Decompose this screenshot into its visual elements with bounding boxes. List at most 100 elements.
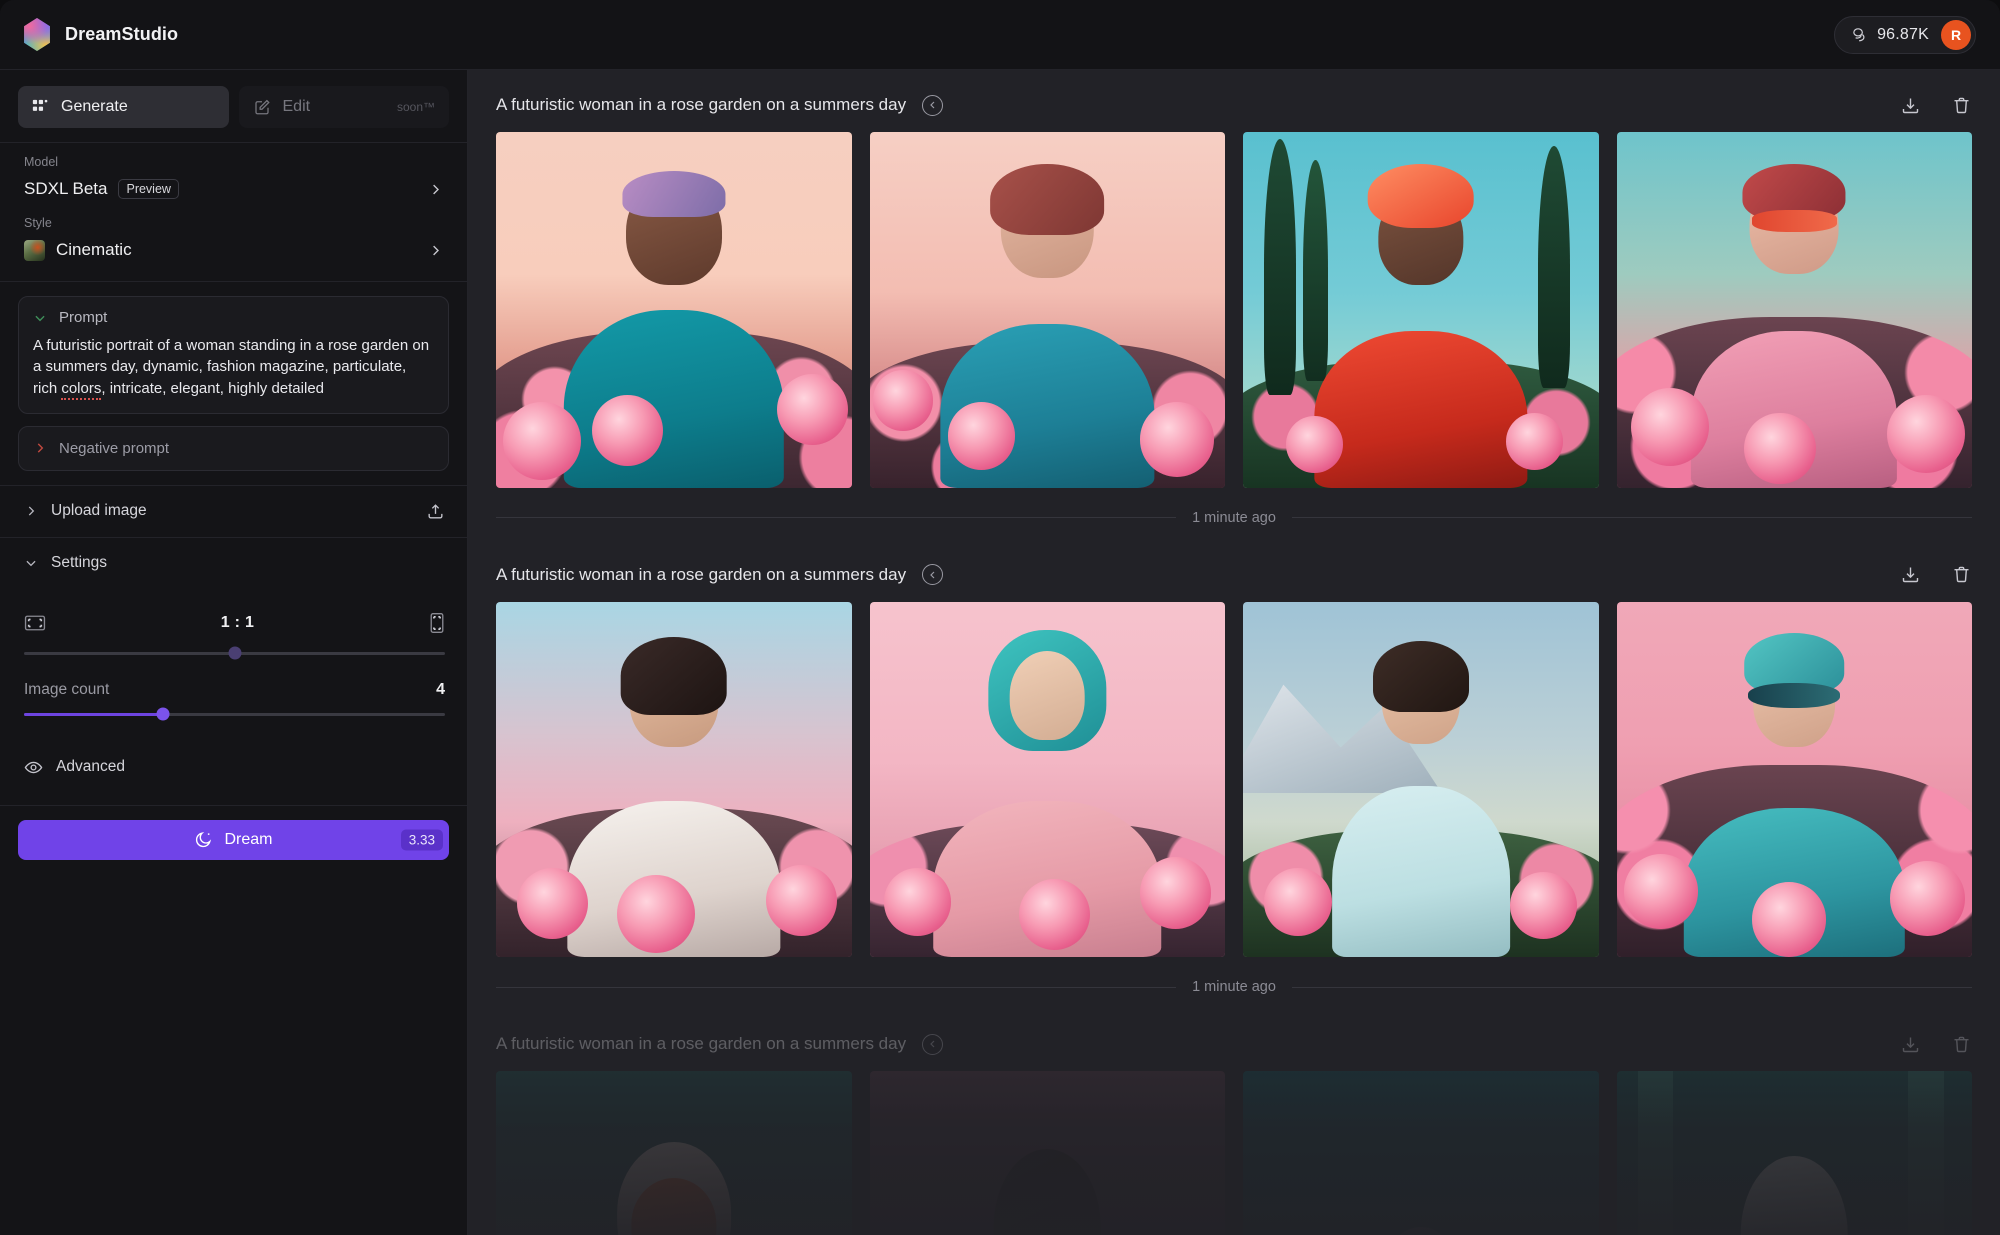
generated-image[interactable]: [1616, 601, 1972, 957]
trash-icon[interactable]: [1951, 1034, 1972, 1055]
generated-image[interactable]: [869, 132, 1225, 488]
negative-prompt-card[interactable]: Negative prompt: [18, 425, 449, 471]
generation-actions: [1900, 1034, 1972, 1055]
generation-actions: [1900, 95, 1972, 116]
arrow-left-circle-icon[interactable]: [922, 94, 944, 116]
tab-generate-label: Generate: [61, 98, 128, 115]
negative-prompt-label: Negative prompt: [59, 439, 170, 457]
download-icon[interactable]: [1900, 1034, 1921, 1055]
generation-group: A futuristic woman in a rose garden on a…: [496, 70, 1972, 526]
generation-header: A futuristic woman in a rose garden on a…: [496, 1009, 1972, 1071]
timestamp: 1 minute ago: [1192, 509, 1276, 526]
settings-label: Settings: [51, 553, 108, 571]
generated-image[interactable]: [496, 1071, 852, 1235]
generation-group: A futuristic woman in a rose garden on a…: [496, 1009, 1972, 1235]
tab-edit-badge: soon™: [396, 100, 435, 114]
generated-image[interactable]: [496, 132, 852, 488]
tab-generate[interactable]: Generate: [18, 86, 229, 128]
model-selector[interactable]: SDXL Beta Preview: [24, 174, 447, 204]
model-value: SDXL Beta: [24, 179, 108, 198]
chevron-down-icon: [33, 311, 47, 325]
dream-button-wrap: Dream 3.33: [0, 806, 467, 860]
settings-body: 1 : 1 Image count 4: [0, 588, 467, 721]
aspect-ratio-slider-thumb[interactable]: [228, 646, 241, 660]
upload-image-row[interactable]: Upload image: [0, 484, 467, 537]
upload-image-label: Upload image: [51, 502, 147, 520]
generated-image[interactable]: [1243, 1071, 1599, 1235]
style-value: Cinematic: [56, 240, 132, 259]
trash-icon[interactable]: [1951, 564, 1972, 585]
prompt-header[interactable]: Prompt: [33, 309, 434, 326]
generation-header: A futuristic woman in a rose garden on a…: [496, 70, 1972, 132]
style-label: Style: [24, 216, 52, 230]
credits-pill[interactable]: 96.87K R: [1834, 15, 1976, 54]
chevron-right-icon: [33, 441, 47, 455]
timestamp: 1 minute ago: [1192, 979, 1276, 995]
prompt-card[interactable]: Prompt A futuristic portrait of a woman …: [18, 296, 449, 414]
avatar[interactable]: R: [1941, 19, 1971, 50]
image-count-row: Image count 4: [24, 659, 445, 699]
credits-value: 96.87K: [1877, 25, 1929, 43]
image-count-slider-fill: [24, 712, 163, 716]
divider: [0, 281, 467, 282]
dream-button[interactable]: Dream 3.33: [18, 819, 449, 860]
brand-name: DreamStudio: [65, 24, 179, 44]
image-grid: [496, 601, 1972, 957]
prompt-label: Prompt: [59, 309, 108, 326]
crop-portrait-icon[interactable]: [429, 612, 445, 634]
chevron-right-icon: [24, 504, 38, 518]
upload-icon[interactable]: [426, 502, 445, 521]
arrow-left-circle-icon[interactable]: [922, 564, 944, 585]
image-grid: [496, 132, 1972, 488]
arrow-left-circle-icon[interactable]: [922, 1033, 944, 1055]
advanced-label: Advanced: [56, 758, 125, 776]
generated-image[interactable]: [869, 601, 1225, 957]
image-count-label: Image count: [24, 680, 110, 698]
prompt-text-after: , intricate, elegant, highly detailed: [101, 379, 325, 397]
model-preview-badge: Preview: [118, 179, 179, 199]
crop-landscape-icon[interactable]: [24, 614, 46, 632]
generation-header: A futuristic woman in a rose garden on a…: [496, 540, 1972, 602]
hexagon-gradient-logo-icon: [24, 18, 50, 51]
mode-tabs: Generate Edit soon™: [0, 70, 467, 143]
aspect-ratio-slider[interactable]: [24, 646, 445, 660]
generation-actions: [1900, 564, 1972, 585]
generated-image[interactable]: [1616, 1071, 1972, 1235]
generations-panel[interactable]: A futuristic woman in a rose garden on a…: [468, 70, 2000, 1235]
brand[interactable]: DreamStudio: [22, 18, 178, 51]
generation-title: A futuristic woman in a rose garden on a…: [496, 564, 907, 584]
download-icon[interactable]: [1900, 95, 1921, 116]
generated-image[interactable]: [496, 601, 852, 957]
prompt-text-misspelled: colors: [61, 379, 102, 400]
image-count-value: 4: [436, 680, 445, 698]
generated-image[interactable]: [1616, 132, 1972, 488]
generation-title: A futuristic woman in a rose garden on a…: [496, 95, 907, 114]
timestamp-divider: 1 minute ago: [496, 979, 1972, 995]
eye-icon: [24, 758, 43, 777]
style-selector[interactable]: Cinematic: [24, 235, 447, 265]
download-icon[interactable]: [1900, 564, 1921, 585]
image-count-slider-thumb[interactable]: [156, 707, 170, 721]
top-bar: DreamStudio 96.87K R: [0, 0, 2000, 70]
prompt-textarea[interactable]: A futuristic portrait of a woman standin…: [33, 335, 434, 400]
body: Generate Edit soon™ Model SDXL Beta Prev…: [0, 70, 2000, 1235]
trash-icon[interactable]: [1951, 95, 1972, 116]
generation-title: A futuristic woman in a rose garden on a…: [496, 1034, 907, 1053]
model-section: Model SDXL Beta Preview: [0, 143, 467, 208]
settings-row[interactable]: Settings: [0, 536, 467, 588]
style-thumbnail-icon: [24, 239, 45, 261]
image-grid: [496, 1071, 1972, 1235]
coins-icon: [1851, 26, 1868, 43]
advanced-row[interactable]: Advanced: [0, 742, 467, 793]
dream-cost-badge: 3.33: [400, 829, 443, 851]
generated-image[interactable]: [1243, 601, 1599, 957]
generated-image[interactable]: [1243, 132, 1599, 488]
dreamstudio-app: DreamStudio 96.87K R Generate Edit soon™…: [0, 0, 2000, 1235]
generated-image[interactable]: [869, 1071, 1225, 1235]
account-area: 96.87K R: [1834, 15, 1976, 54]
aspect-ratio-row: 1 : 1: [24, 598, 445, 640]
generation-group: A futuristic woman in a rose garden on a…: [496, 540, 1972, 995]
image-count-slider[interactable]: [24, 707, 445, 721]
tab-edit[interactable]: Edit soon™: [238, 86, 449, 128]
tab-edit-label: Edit: [282, 98, 311, 115]
